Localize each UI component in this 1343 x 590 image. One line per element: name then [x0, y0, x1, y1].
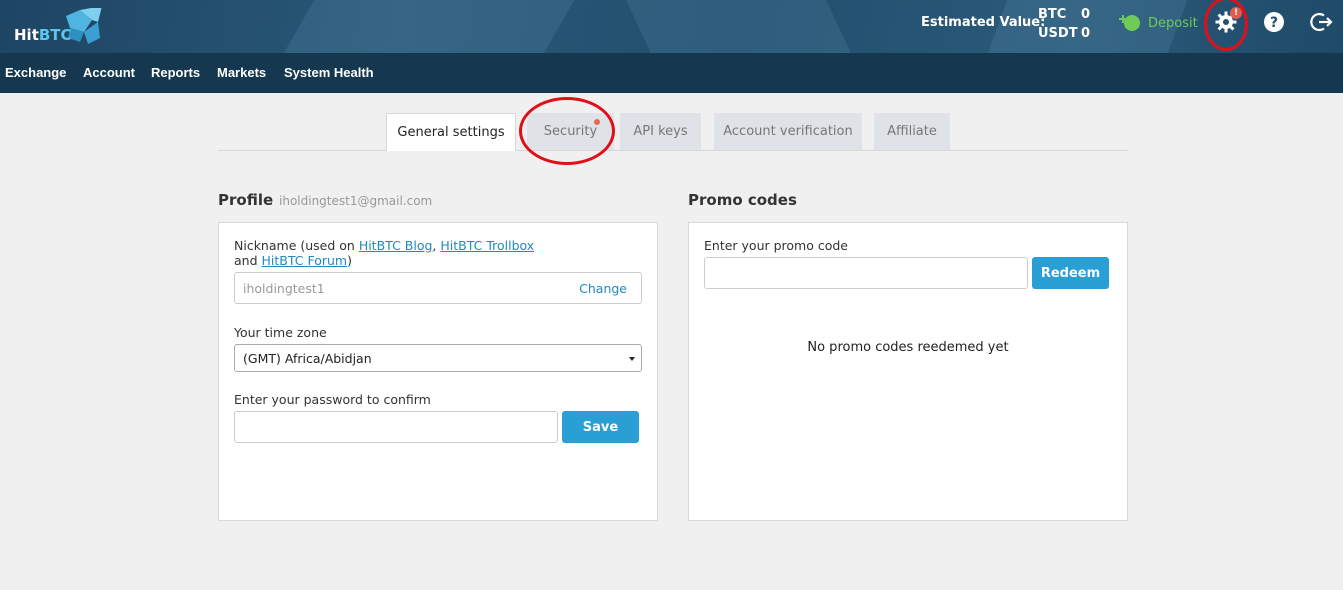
tab-account-verification[interactable]: Account verification	[714, 113, 862, 150]
hitbtc-forum-link[interactable]: HitBTC Forum	[262, 253, 348, 268]
hitbtc-trollbox-link[interactable]: HitBTC Trollbox	[440, 238, 534, 253]
hitbtc-blog-link[interactable]: HitBTC Blog	[359, 238, 433, 253]
chevron-down-icon	[629, 357, 635, 361]
timezone-value: (GMT) Africa/Abidjan	[243, 351, 372, 366]
redeem-button[interactable]: Redeem	[1032, 257, 1109, 289]
nickname-close-paren: )	[347, 253, 352, 268]
nickname-value: iholdingtest1	[243, 281, 325, 296]
tab-label: General settings	[397, 125, 505, 140]
brand-name[interactable]: HitBTC	[14, 26, 72, 44]
deposit-button[interactable]: Deposit	[1118, 12, 1198, 34]
nav-markets[interactable]: Markets	[217, 65, 266, 80]
timezone-label: Your time zone	[234, 325, 327, 340]
nav-reports[interactable]: Reports	[151, 65, 200, 80]
save-button[interactable]: Save	[562, 411, 639, 443]
nav-system-health[interactable]: System Health	[284, 65, 374, 80]
balance-amount-usdt: 0	[1081, 26, 1091, 41]
header-decoration	[274, 0, 586, 53]
profile-email: iholdingtest1@gmail.com	[279, 194, 433, 208]
timezone-select[interactable]: (GMT) Africa/Abidjan	[234, 344, 642, 372]
profile-title: Profile	[218, 191, 274, 209]
nav-account[interactable]: Account	[83, 65, 135, 80]
promo-code-input[interactable]	[704, 257, 1028, 289]
estimated-value-label: Estimated Value:	[921, 15, 1046, 30]
promo-input-label: Enter your promo code	[704, 238, 848, 253]
balance-amount-btc: 0	[1081, 7, 1091, 22]
balance-currency-btc: BTC	[1038, 7, 1067, 22]
logout-icon[interactable]	[1309, 10, 1333, 34]
tab-label: Security	[543, 124, 598, 139]
brand-name-hit: Hit	[14, 26, 39, 44]
deposit-plus-icon	[1119, 15, 1140, 31]
main-navbar	[0, 53, 1343, 93]
tab-general-settings[interactable]: General settings	[386, 113, 516, 151]
help-icon[interactable]: ?	[1262, 10, 1286, 34]
nickname-field: iholdingtest1 Change	[234, 272, 642, 304]
deposit-label: Deposit	[1148, 15, 1198, 31]
header-decoration	[621, 0, 859, 53]
tab-label: API keys	[633, 124, 688, 139]
promo-title: Promo codes	[688, 191, 797, 209]
tab-label: Affiliate	[887, 124, 937, 139]
tab-affiliate[interactable]: Affiliate	[874, 113, 950, 150]
nickname-label-text: Nickname (used on	[234, 238, 359, 253]
tab-security[interactable]: Security	[527, 113, 614, 150]
nickname-label: Nickname (used on HitBTC Blog, HitBTC Tr…	[234, 238, 534, 268]
balance-currency-usdt: USDT	[1038, 26, 1078, 41]
nav-exchange[interactable]: Exchange	[5, 65, 66, 80]
tab-label: Account verification	[723, 124, 853, 139]
nickname-and: and	[234, 253, 262, 268]
tab-api-keys[interactable]: API keys	[620, 113, 701, 150]
security-alert-dot	[594, 119, 600, 125]
password-label: Enter your password to confirm	[234, 392, 431, 407]
change-nickname-button[interactable]: Change	[579, 281, 627, 296]
brand-name-btc: BTC	[38, 26, 72, 44]
svg-text:?: ?	[1270, 15, 1278, 31]
password-input[interactable]	[234, 411, 558, 443]
notification-badge: !	[1230, 7, 1242, 19]
tabs-divider	[218, 150, 1128, 151]
promo-empty-message: No promo codes reedemed yet	[807, 340, 1009, 355]
